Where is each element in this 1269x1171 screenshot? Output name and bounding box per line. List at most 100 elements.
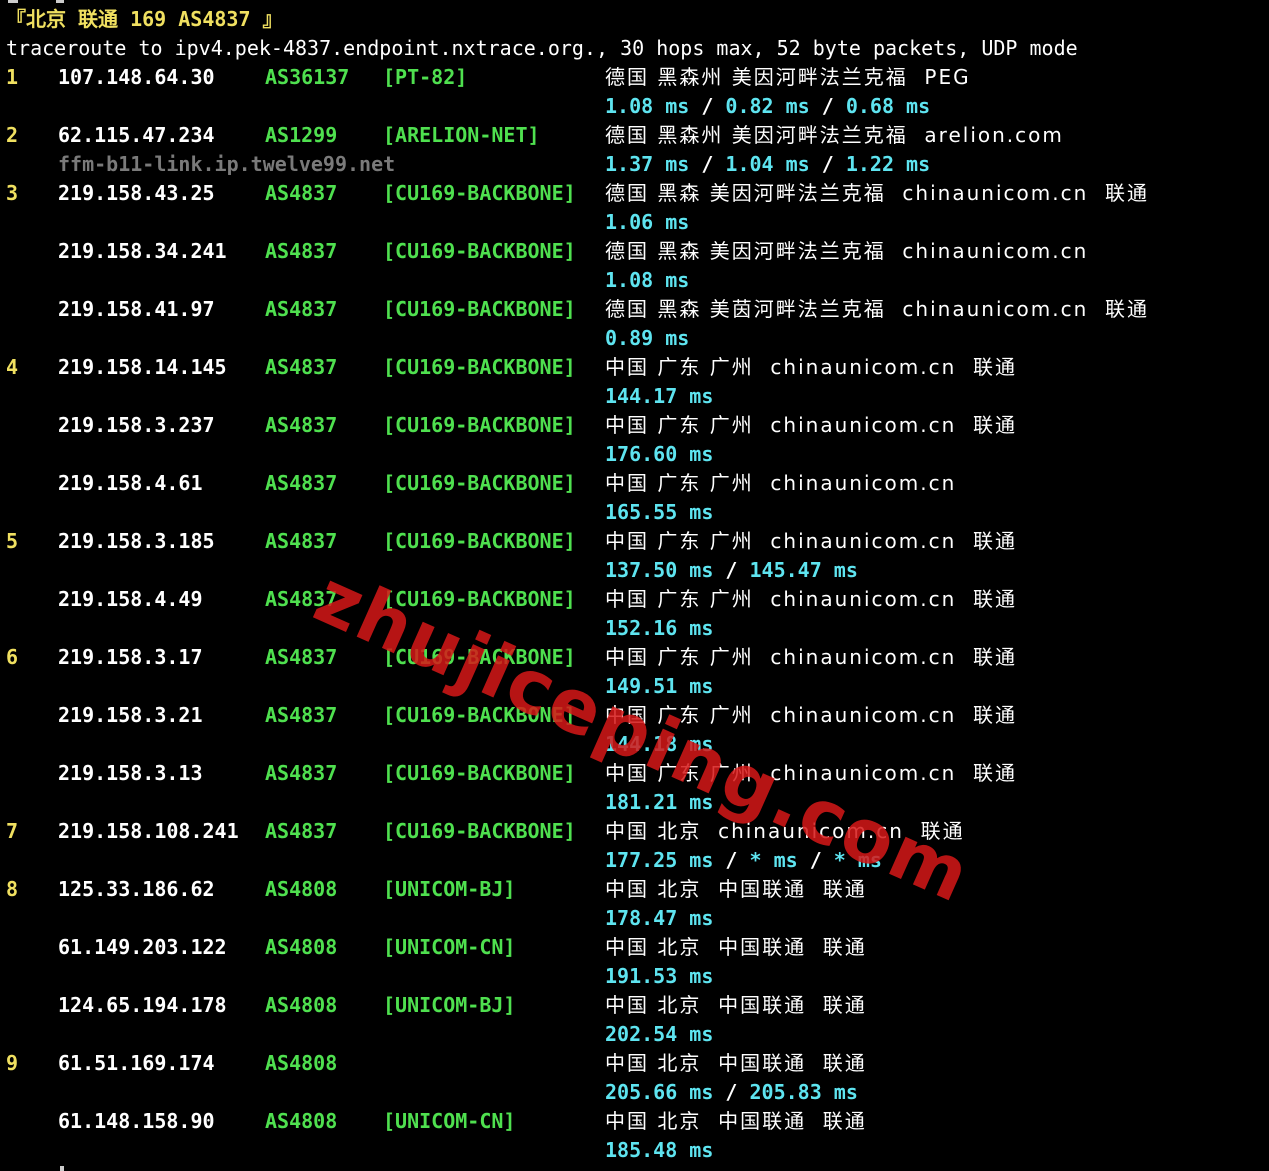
terminal-window[interactable]: 『北京 联通 169 AS4837 』 traceroute to ipv4.p… <box>0 0 1269 1171</box>
hop-network: [CU169-BACKBONE] <box>383 239 576 263</box>
hop-geo: 德国 黑森州 美因河畔法兰克福 PEG <box>605 65 971 89</box>
hop-latency: 1.08 ms <box>605 266 689 295</box>
hop-asn: AS4808 <box>265 1109 338 1133</box>
hop-number: 9 <box>6 1051 19 1075</box>
hop-latency: 202.54 ms <box>605 1020 713 1049</box>
hop-latency: 1.08 ms / 0.82 ms / 0.68 ms <box>605 92 930 121</box>
hop-latency: 178.47 ms <box>605 904 713 933</box>
hop-asn: AS4837 <box>265 297 338 321</box>
hop-geo: 中国 北京 chinaunicom.cn 联通 <box>605 819 965 843</box>
latency-separator: / <box>689 152 726 176</box>
hop-ip: 107.148.64.30 <box>58 65 215 89</box>
latency-separator: / <box>797 848 834 872</box>
hop-asn: AS4808 <box>265 935 338 959</box>
hop-latency: 185.48 ms <box>605 1136 713 1165</box>
latency-separator: / <box>713 1080 750 1104</box>
latency-value: 191.53 ms <box>605 964 714 988</box>
hop-number: 5 <box>6 529 19 553</box>
hop-asn: AS36137 <box>265 65 350 89</box>
hop-asn: AS4837 <box>265 819 338 843</box>
hop-ip: 219.158.34.241 <box>58 239 227 263</box>
hop-network: [CU169-BACKBONE] <box>383 819 576 843</box>
hop-geo: 中国 广东 广州 chinaunicom.cn 联通 <box>605 645 1017 669</box>
hop-ip: 124.65.194.178 <box>58 993 227 1017</box>
previous-output-fragment <box>56 0 64 3</box>
hop-latency: 176.60 ms <box>605 440 713 469</box>
hop-ip: 219.158.3.237 <box>58 413 215 437</box>
hop-latency: 137.50 ms / 145.47 ms <box>605 556 858 585</box>
latency-value: 145.47 ms <box>749 558 858 582</box>
hop-network: [UNICOM-CN] <box>383 935 516 959</box>
hop-network: [CU169-BACKBONE] <box>383 181 576 205</box>
latency-value: 152.16 ms <box>605 616 714 640</box>
latency-value: 202.54 ms <box>605 1022 714 1046</box>
hop-ip: 219.158.3.17 <box>58 645 203 669</box>
latency-value: 1.37 ms <box>605 152 690 176</box>
hop-ip: 61.51.169.174 <box>58 1051 215 1075</box>
hop-network: [CU169-BACKBONE] <box>383 471 576 495</box>
hop-network: [CU169-BACKBONE] <box>383 529 576 553</box>
hop-network: [UNICOM-CN] <box>383 1109 516 1133</box>
hop-latency: 177.25 ms / * ms / * ms <box>605 846 882 875</box>
hop-number: 7 <box>6 819 19 843</box>
latency-value: 205.66 ms <box>605 1080 714 1104</box>
latency-value: 178.47 ms <box>605 906 714 930</box>
target-title: 『北京 联通 169 AS4837 』 <box>6 7 283 31</box>
hop-latency: 1.37 ms / 1.04 ms / 1.22 ms <box>605 150 930 179</box>
hop-ip: 61.148.158.90 <box>58 1109 215 1133</box>
hop-latency: 191.53 ms <box>605 962 713 991</box>
latency-value: 176.60 ms <box>605 442 714 466</box>
hop-network: [CU169-BACKBONE] <box>383 297 576 321</box>
hop-asn: AS4837 <box>265 529 338 553</box>
hop-geo: 德国 黑森 美茵河畔法兰克福 chinaunicom.cn 联通 <box>605 297 1149 321</box>
hop-asn: AS4837 <box>265 413 338 437</box>
hop-latency: 144.18 ms <box>605 730 713 759</box>
hop-asn: AS4808 <box>265 1051 338 1075</box>
hop-network: [CU169-BACKBONE] <box>383 703 576 727</box>
latency-value: * ms <box>833 848 882 872</box>
hop-geo: 德国 黑森 美因河畔法兰克福 chinaunicom.cn <box>605 239 1089 263</box>
hop-asn: AS4837 <box>265 645 338 669</box>
hop-ip: 219.158.3.13 <box>58 761 203 785</box>
latency-value: 165.55 ms <box>605 500 714 524</box>
latency-value: 1.06 ms <box>605 210 690 234</box>
hop-ip: 219.158.14.145 <box>58 355 227 379</box>
latency-value: 0.68 ms <box>845 94 931 118</box>
hop-geo: 中国 广东 广州 chinaunicom.cn 联通 <box>605 761 1017 785</box>
latency-value: * ms <box>749 848 798 872</box>
latency-value: 1.04 ms <box>725 152 810 176</box>
hop-latency: 1.06 ms <box>605 208 689 237</box>
hop-geo: 中国 北京 中国联通 联通 <box>605 877 867 901</box>
latency-separator: / <box>809 94 846 118</box>
hop-geo: 中国 广东 广州 chinaunicom.cn 联通 <box>605 355 1017 379</box>
hop-ip: 219.158.4.49 <box>58 587 203 611</box>
hop-asn: AS4837 <box>265 471 338 495</box>
hop-asn: AS4837 <box>265 355 338 379</box>
hop-geo: 中国 广东 广州 chinaunicom.cn 联通 <box>605 413 1017 437</box>
latency-value: 185.48 ms <box>605 1138 714 1162</box>
hop-asn: AS4808 <box>265 877 338 901</box>
hop-network: [CU169-BACKBONE] <box>383 645 576 669</box>
latency-separator: / <box>713 848 750 872</box>
hop-number: 6 <box>6 645 19 669</box>
hop-network: [UNICOM-BJ] <box>383 993 516 1017</box>
hop-asn: AS4837 <box>265 587 338 611</box>
hop-latency: 181.21 ms <box>605 788 713 817</box>
hop-network: [ARELION-NET] <box>383 123 540 147</box>
hop-latency: 205.66 ms / 205.83 ms <box>605 1078 858 1107</box>
hop-geo: 德国 黑森州 美因河畔法兰克福 arelion.com <box>605 123 1064 147</box>
hop-network: [CU169-BACKBONE] <box>383 587 576 611</box>
latency-value: 1.08 ms <box>605 268 690 292</box>
latency-value: 0.89 ms <box>605 326 690 350</box>
traceroute-command: traceroute to ipv4.pek-4837.endpoint.nxt… <box>6 36 1078 60</box>
hop-network: [CU169-BACKBONE] <box>383 355 576 379</box>
hop-ip: 219.158.108.241 <box>58 819 239 843</box>
hop-ip: 219.158.43.25 <box>58 181 215 205</box>
hop-geo: 中国 北京 中国联通 联通 <box>605 935 867 959</box>
latency-value: 149.51 ms <box>605 674 714 698</box>
latency-value: 137.50 ms <box>605 558 714 582</box>
hop-geo: 中国 广东 广州 chinaunicom.cn <box>605 471 957 495</box>
hop-latency: 0.89 ms <box>605 324 689 353</box>
header-title-line: 『北京 联通 169 AS4837 』 <box>0 5 283 34</box>
hop-number: 2 <box>6 123 19 147</box>
